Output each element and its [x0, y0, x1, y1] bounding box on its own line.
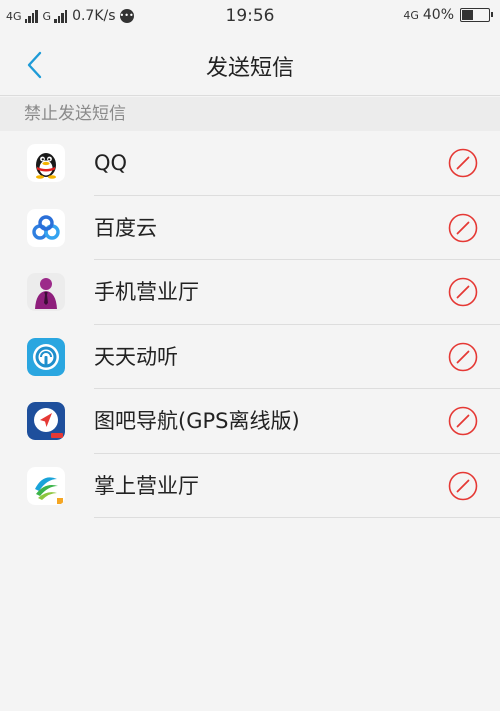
list-item-qq[interactable]: QQ: [0, 131, 500, 196]
status-right: 4G 40%: [403, 7, 493, 23]
blocked-icon: [448, 277, 478, 307]
section-header: 禁止发送短信: [0, 97, 500, 131]
block-toggle-button[interactable]: [448, 342, 478, 372]
baidu-cloud-icon: [27, 208, 65, 247]
list-item-mobile-hall[interactable]: 手机营业厅: [0, 260, 500, 325]
ttpod-icon: [27, 337, 65, 376]
list-item-china-mobile-hall[interactable]: 掌上营业厅: [0, 454, 500, 518]
block-toggle-button[interactable]: [448, 277, 478, 307]
app-name: 天天动听: [94, 344, 178, 369]
app-list: QQ 百度云 手机营业厅 天天动听 图吧导航(GPS离线版) 掌上营业厅: [0, 131, 500, 518]
blocked-icon: [448, 213, 478, 242]
blocked-icon: [448, 342, 478, 371]
title-bar: 发送短信: [0, 34, 500, 96]
list-item-ttpod[interactable]: 天天动听: [0, 325, 500, 389]
qq-icon: [27, 144, 65, 182]
mapbar-navigation-icon: [27, 402, 65, 440]
mobile-hall-icon: [27, 273, 65, 311]
app-name: 掌上营业厅: [94, 473, 199, 498]
network-type-right: 4G: [403, 8, 419, 22]
app-name: 图吧导航(GPS离线版): [94, 409, 300, 433]
app-name: QQ: [94, 151, 128, 175]
list-item-mapbar[interactable]: 图吧导航(GPS离线版): [0, 389, 500, 454]
blocked-icon: [448, 471, 478, 500]
status-bar: 4G G 0.7K/s ••• 19:56 4G 40%: [0, 0, 500, 34]
china-mobile-hall-icon: [27, 466, 65, 505]
battery-percent: 40%: [422, 7, 454, 23]
blocked-icon: [448, 148, 478, 178]
block-toggle-button[interactable]: [448, 406, 478, 436]
app-name: 百度云: [94, 215, 157, 240]
page-title: 发送短信: [205, 56, 294, 81]
blocked-icon: [448, 406, 478, 436]
block-toggle-button[interactable]: [448, 148, 478, 178]
block-toggle-button[interactable]: [448, 471, 478, 501]
block-toggle-button[interactable]: [448, 213, 478, 243]
battery-fill: [462, 10, 474, 20]
list-item-baidu-cloud[interactable]: 百度云: [0, 196, 500, 260]
divider: [94, 517, 500, 518]
app-name: 手机营业厅: [94, 280, 199, 304]
battery-icon: [460, 8, 493, 22]
